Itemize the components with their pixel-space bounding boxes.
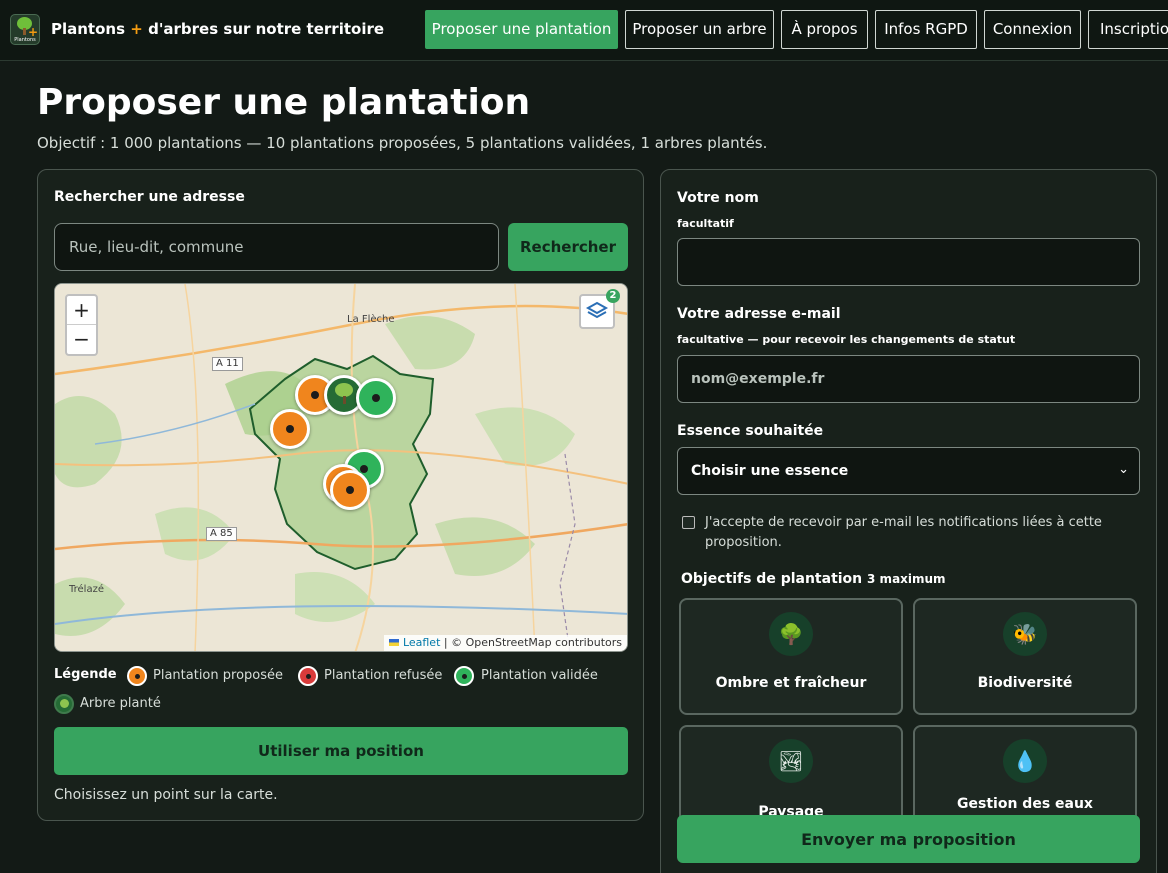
map-attribution: Leaflet | © OpenStreetMap contributors (384, 635, 627, 651)
logo-text: Plantons (14, 37, 36, 43)
species-label: Essence souhaitée (677, 423, 824, 439)
nav-login[interactable]: Connexion (984, 10, 1081, 49)
legend-title: Légende (54, 667, 117, 682)
chevron-down-icon: ⌄ (1118, 462, 1129, 477)
site-title[interactable]: Plantons + d'arbres sur notre territoire (51, 20, 384, 38)
notification-consent-label[interactable]: J'accepte de recevoir par e-mail les not… (705, 513, 1115, 553)
address-search-input[interactable] (54, 223, 499, 271)
page-title: Proposer une plantation (37, 82, 531, 123)
map[interactable]: La Flèche Trélazé A 11 A 85 + − 2 Leafle… (54, 283, 628, 652)
landscape-icon: 🏞 (769, 739, 813, 783)
search-button[interactable]: Rechercher (508, 223, 628, 271)
marker-validated[interactable] (356, 378, 396, 418)
bee-icon: 🐝 (1003, 612, 1047, 656)
zoom-in-button[interactable]: + (67, 296, 96, 325)
tree-icon: 🌳 (769, 612, 813, 656)
nav-gdpr-info[interactable]: Infos RGPD (875, 10, 977, 49)
top-navbar: + Plantons Plantons + d'arbres sur notre… (0, 0, 1168, 61)
map-legend: Légende Plantation proposée Plantation r… (54, 666, 634, 716)
use-my-location-button[interactable]: Utiliser ma position (54, 727, 628, 775)
proposal-form: Votre nom facultatif Votre adresse e-mai… (660, 169, 1157, 873)
legend-proposed-swatch (127, 666, 147, 686)
road-a85-shield: A 85 (206, 527, 237, 541)
objective-biodiversity[interactable]: 🐝 Biodiversité (913, 598, 1137, 715)
legend-refused: Plantation refusée (324, 668, 443, 683)
legend-validated: Plantation validée (481, 668, 598, 683)
road-a11-shield: A 11 (212, 357, 243, 371)
notification-consent-checkbox[interactable] (682, 516, 695, 529)
objectives-title: Objectifs de plantation 3 maximum (681, 571, 946, 587)
name-label: Votre nom (677, 190, 759, 206)
leaflet-link[interactable]: Leaflet (403, 636, 440, 649)
nav-propose-tree[interactable]: Proposer un arbre (625, 10, 774, 49)
site-logo[interactable]: + Plantons (10, 14, 40, 45)
layers-count-badge: 2 (606, 289, 620, 303)
nav-propose-plantation[interactable]: Proposer une plantation (425, 10, 618, 49)
map-panel: Rechercher une adresse Rechercher (37, 169, 644, 821)
name-optional-note: facultatif (677, 217, 734, 230)
map-hint: Choisissez un point sur la carte. (54, 787, 278, 803)
legend-planted: Arbre planté (80, 696, 161, 711)
email-optional-note: facultative — pour recevoir les changeme… (677, 333, 1016, 346)
nav-about[interactable]: À propos (781, 10, 868, 49)
name-input[interactable] (677, 238, 1140, 286)
map-label-trelaze: Trélazé (69, 584, 104, 595)
species-select[interactable]: Choisir une essence ⌄ (677, 447, 1140, 495)
legend-proposed: Plantation proposée (153, 668, 283, 683)
email-label: Votre adresse e-mail (677, 306, 841, 322)
legend-refused-swatch (298, 666, 318, 686)
water-drop-icon: 💧 (1003, 739, 1047, 783)
map-label-la-fleche: La Flèche (347, 314, 395, 325)
legend-validated-swatch (454, 666, 474, 686)
legend-planted-swatch (54, 694, 74, 714)
address-search-label: Rechercher une adresse (54, 189, 245, 205)
objective-shade-cooling[interactable]: 🌳 Ombre et fraîcheur (679, 598, 903, 715)
submit-proposal-button[interactable]: Envoyer ma proposition (677, 815, 1140, 863)
ukraine-flag-icon (389, 639, 400, 646)
goal-summary: Objectif : 1 000 plantations — 10 planta… (37, 134, 768, 152)
marker-proposed[interactable] (330, 470, 370, 510)
marker-proposed[interactable] (270, 409, 310, 449)
zoom-control: + − (65, 294, 98, 356)
nav-signup[interactable]: Inscription (1088, 10, 1168, 49)
zoom-out-button[interactable]: − (67, 325, 96, 354)
email-input[interactable] (677, 355, 1140, 403)
